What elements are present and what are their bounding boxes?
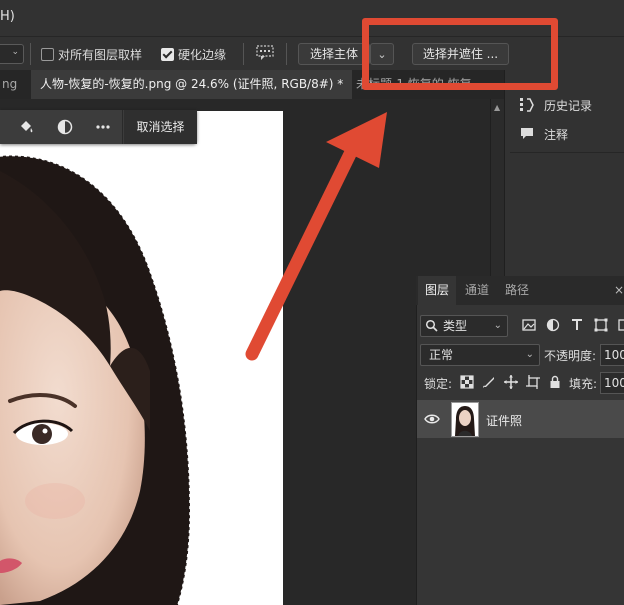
portrait-photo — [0, 154, 191, 605]
more-options-icon[interactable] — [95, 119, 111, 135]
tab-layers[interactable]: 图层 — [418, 276, 456, 305]
adjustment-filter-icon[interactable] — [546, 318, 560, 332]
notes-icon — [521, 128, 533, 139]
history-label: 历史记录 — [544, 99, 593, 113]
tab-previous[interactable]: ng — [0, 70, 28, 99]
lock-image-pixels-icon[interactable] — [482, 375, 496, 389]
paint-bucket-icon[interactable] — [18, 119, 34, 135]
lock-transparent-pixels-icon[interactable] — [460, 375, 474, 389]
filter-kind-label: 类型 — [443, 319, 468, 333]
menu-fragment[interactable]: H) — [0, 9, 15, 24]
smart-object-filter-icon[interactable] — [618, 318, 624, 332]
tab-active-document[interactable]: 人物-恢复的-恢复的.png @ 24.6% (证件照, RGB/8#) * × — [31, 70, 352, 99]
lock-label: 锁定: — [424, 377, 453, 391]
lock-artboard-icon[interactable] — [526, 375, 540, 389]
divider — [243, 43, 244, 65]
layer-filter-dropdown[interactable]: 类型 ⌄ — [420, 315, 508, 337]
tool-preset-dropdown[interactable]: ⌄ — [0, 44, 24, 64]
layer-thumbnail — [451, 402, 479, 437]
opacity-input[interactable]: 100 — [600, 344, 624, 366]
chevron-down-icon: ⌄ — [11, 47, 19, 57]
canvas-image[interactable] — [0, 111, 283, 605]
chevron-down-icon: ⌄ — [525, 349, 534, 360]
chevron-down-icon: ⌄ — [493, 320, 502, 331]
tab-paths[interactable]: 路径 — [498, 276, 536, 305]
blend-mode-dropdown[interactable]: 正常 ⌄ — [420, 344, 540, 366]
adjustment-layer-icon[interactable] — [57, 119, 73, 135]
annotation-highlight-box — [362, 18, 558, 90]
notes-panel-button[interactable]: 注释 — [520, 126, 620, 142]
hard-edge-label: 硬化边缘 — [178, 48, 227, 62]
eye-visibility-icon[interactable] — [424, 413, 440, 425]
opacity-label: 不透明度: — [544, 349, 597, 363]
hard-edge-checkbox[interactable] — [161, 48, 174, 61]
contextual-task-bar: 取消选择 — [0, 110, 197, 144]
close-icon[interactable]: × — [614, 283, 624, 297]
pixel-filter-icon[interactable] — [522, 318, 536, 332]
fill-label: 填充: — [569, 377, 598, 391]
history-panel-button[interactable]: 历史记录 — [520, 97, 620, 113]
lock-position-icon[interactable] — [504, 375, 518, 389]
deselect-button[interactable]: 取消选择 — [124, 110, 197, 144]
search-icon — [425, 319, 438, 332]
sample-all-layers-label: 对所有图层取样 — [58, 48, 143, 62]
blend-mode-value: 正常 — [429, 348, 454, 362]
tab-channels[interactable]: 通道 — [458, 276, 496, 305]
select-subject-button[interactable]: 选择主体 — [298, 43, 370, 65]
divider — [286, 43, 287, 65]
fill-input[interactable]: 100 — [600, 372, 624, 394]
layer-name[interactable]: 证件照 — [486, 412, 522, 429]
divider — [30, 43, 31, 65]
sample-all-layers-checkbox[interactable] — [41, 48, 54, 61]
divider — [510, 152, 624, 153]
scroll-up-icon[interactable]: ▲ — [494, 103, 500, 112]
speech-bubble-icon[interactable] — [256, 45, 274, 61]
notes-label: 注释 — [544, 128, 569, 142]
lock-all-icon[interactable] — [548, 375, 562, 389]
tab-title: 人物-恢复的-恢复的.png @ 24.6% (证件照, RGB/8#) * — [40, 77, 344, 91]
divider — [122, 110, 123, 144]
shape-filter-icon[interactable] — [594, 318, 608, 332]
type-filter-icon[interactable] — [570, 318, 584, 332]
history-icon — [520, 98, 534, 112]
